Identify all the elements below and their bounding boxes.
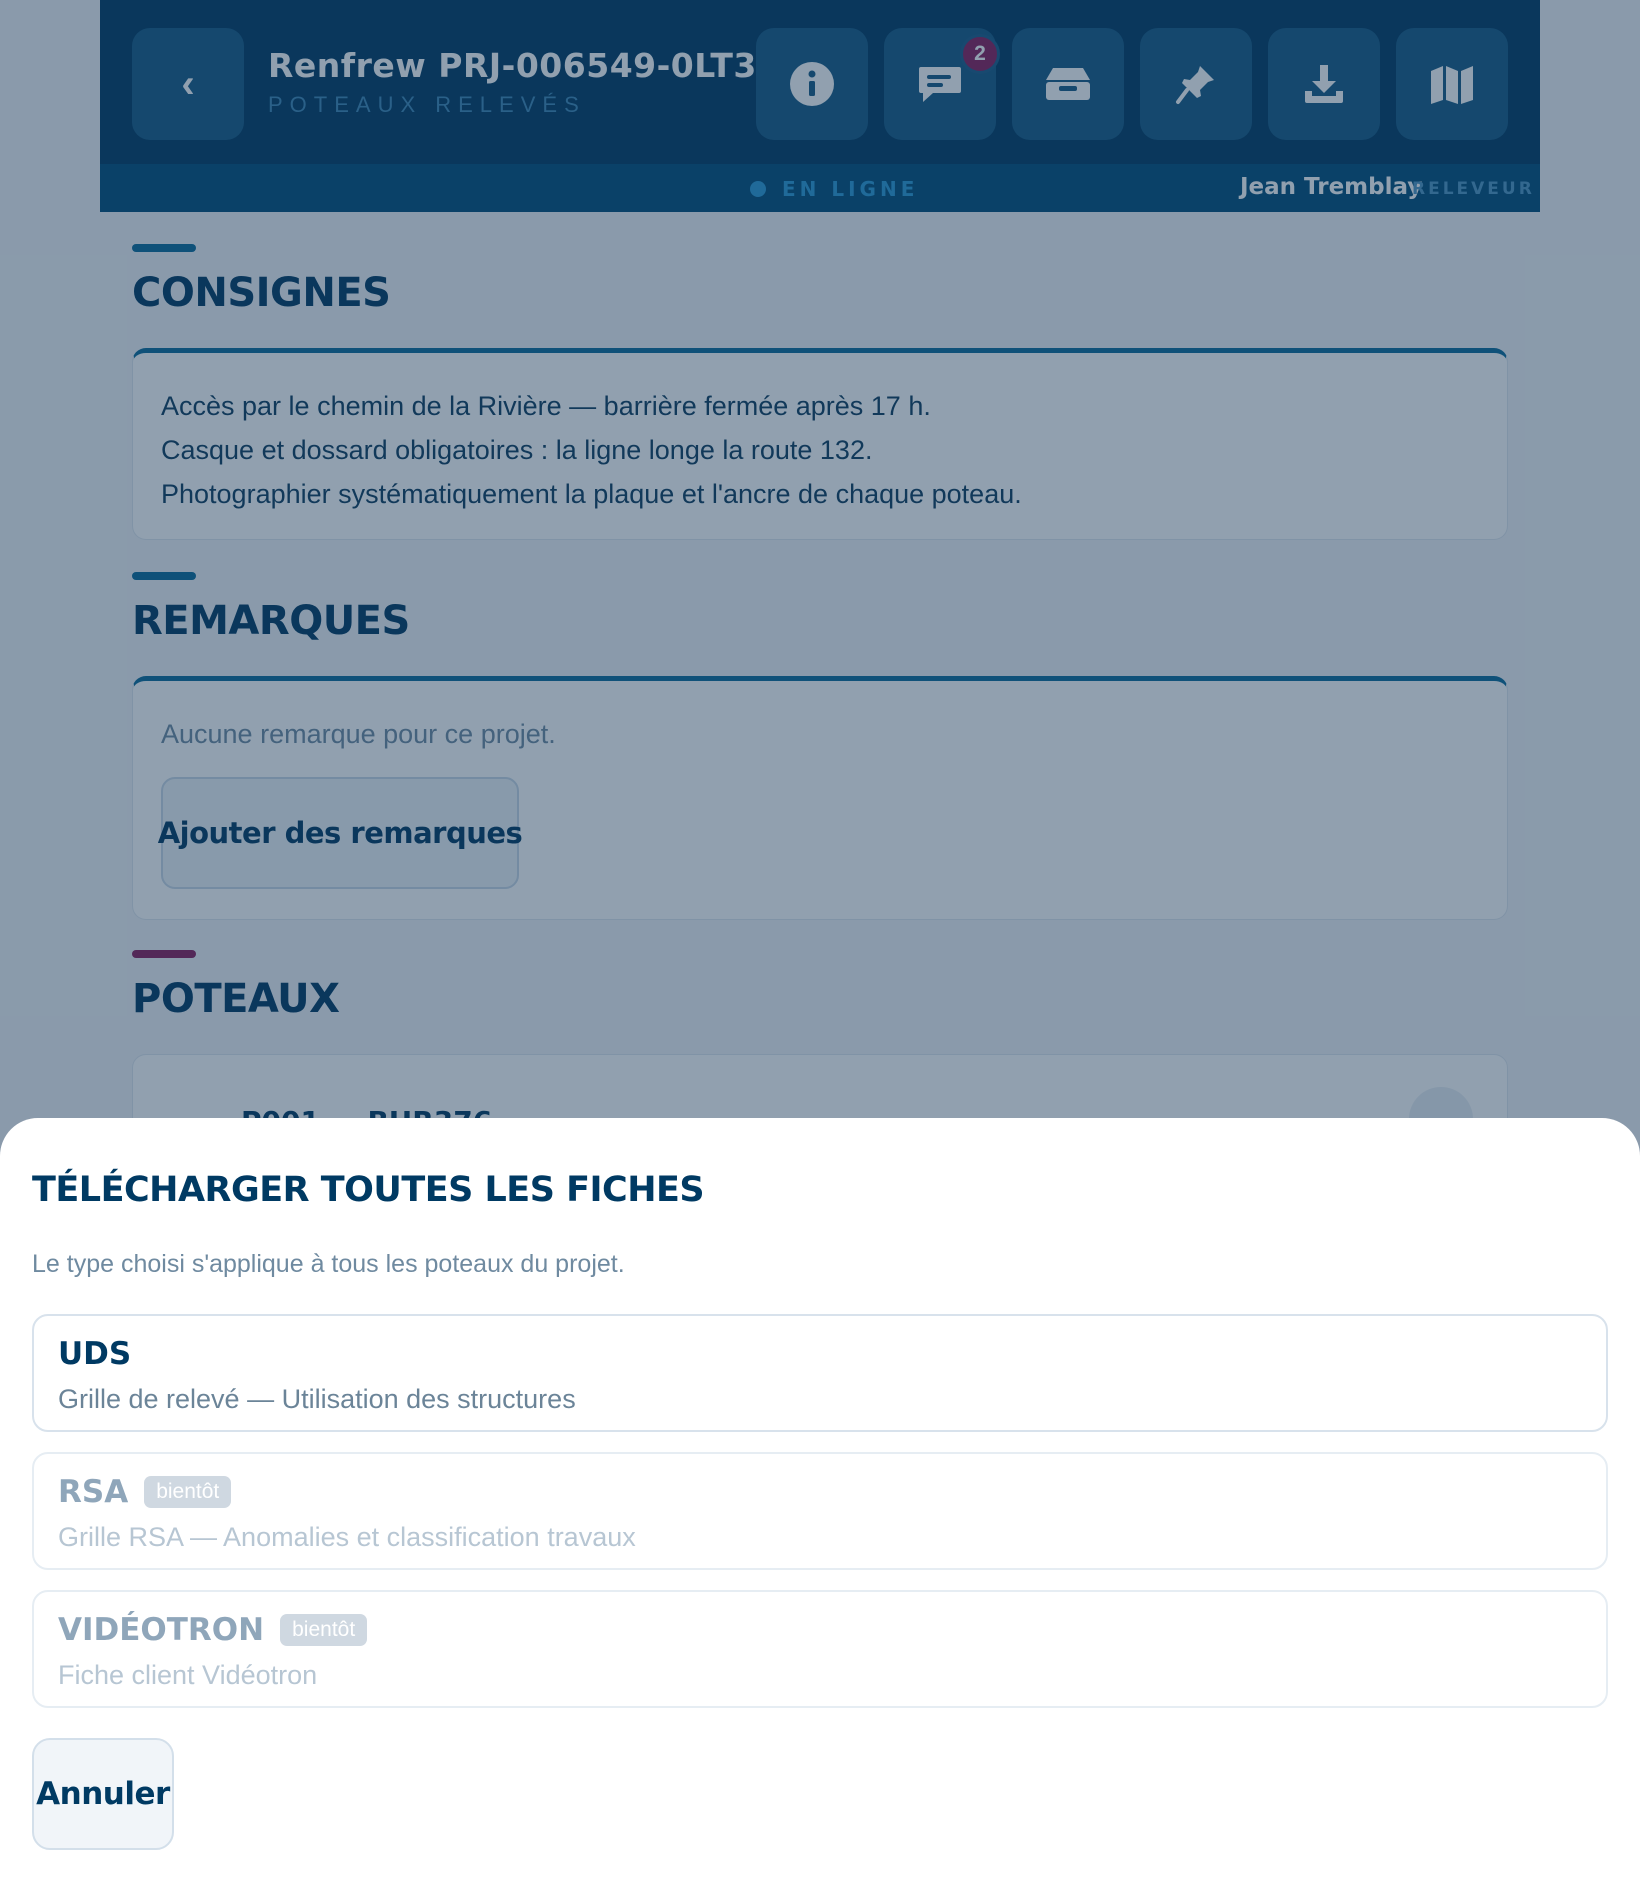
cancel-button[interactable]: Annuler (32, 1738, 174, 1850)
download-sheet: TÉLÉCHARGER TOUTES LES FICHES Le type ch… (0, 1118, 1640, 1880)
option-rsa: RSA bientôt Grille RSA — Anomalies et cl… (32, 1452, 1608, 1570)
option-name-label: RSA (58, 1474, 129, 1510)
option-name-label: VIDÉOTRON (58, 1612, 265, 1648)
option-description: Fiche client Vidéotron (58, 1660, 318, 1690)
option-name: VIDÉOTRON bientôt (58, 1612, 368, 1648)
option-uds[interactable]: UDS Grille de relevé — Utilisation des s… (32, 1314, 1608, 1432)
option-videotron: VIDÉOTRON bientôt Fiche client Vidéotron (32, 1590, 1608, 1708)
sheet-subtitle: Le type choisi s'applique à tous les pot… (32, 1250, 625, 1278)
coming-soon-badge: bientôt (144, 1476, 232, 1508)
sheet-title: TÉLÉCHARGER TOUTES LES FICHES (32, 1170, 705, 1210)
option-description: Grille RSA — Anomalies et classification… (58, 1522, 636, 1552)
option-name: RSA bientôt (58, 1474, 232, 1510)
option-description: Grille de relevé — Utilisation des struc… (58, 1384, 576, 1414)
option-name: UDS (58, 1336, 131, 1372)
coming-soon-badge: bientôt (280, 1614, 368, 1646)
option-name-label: UDS (58, 1336, 132, 1372)
